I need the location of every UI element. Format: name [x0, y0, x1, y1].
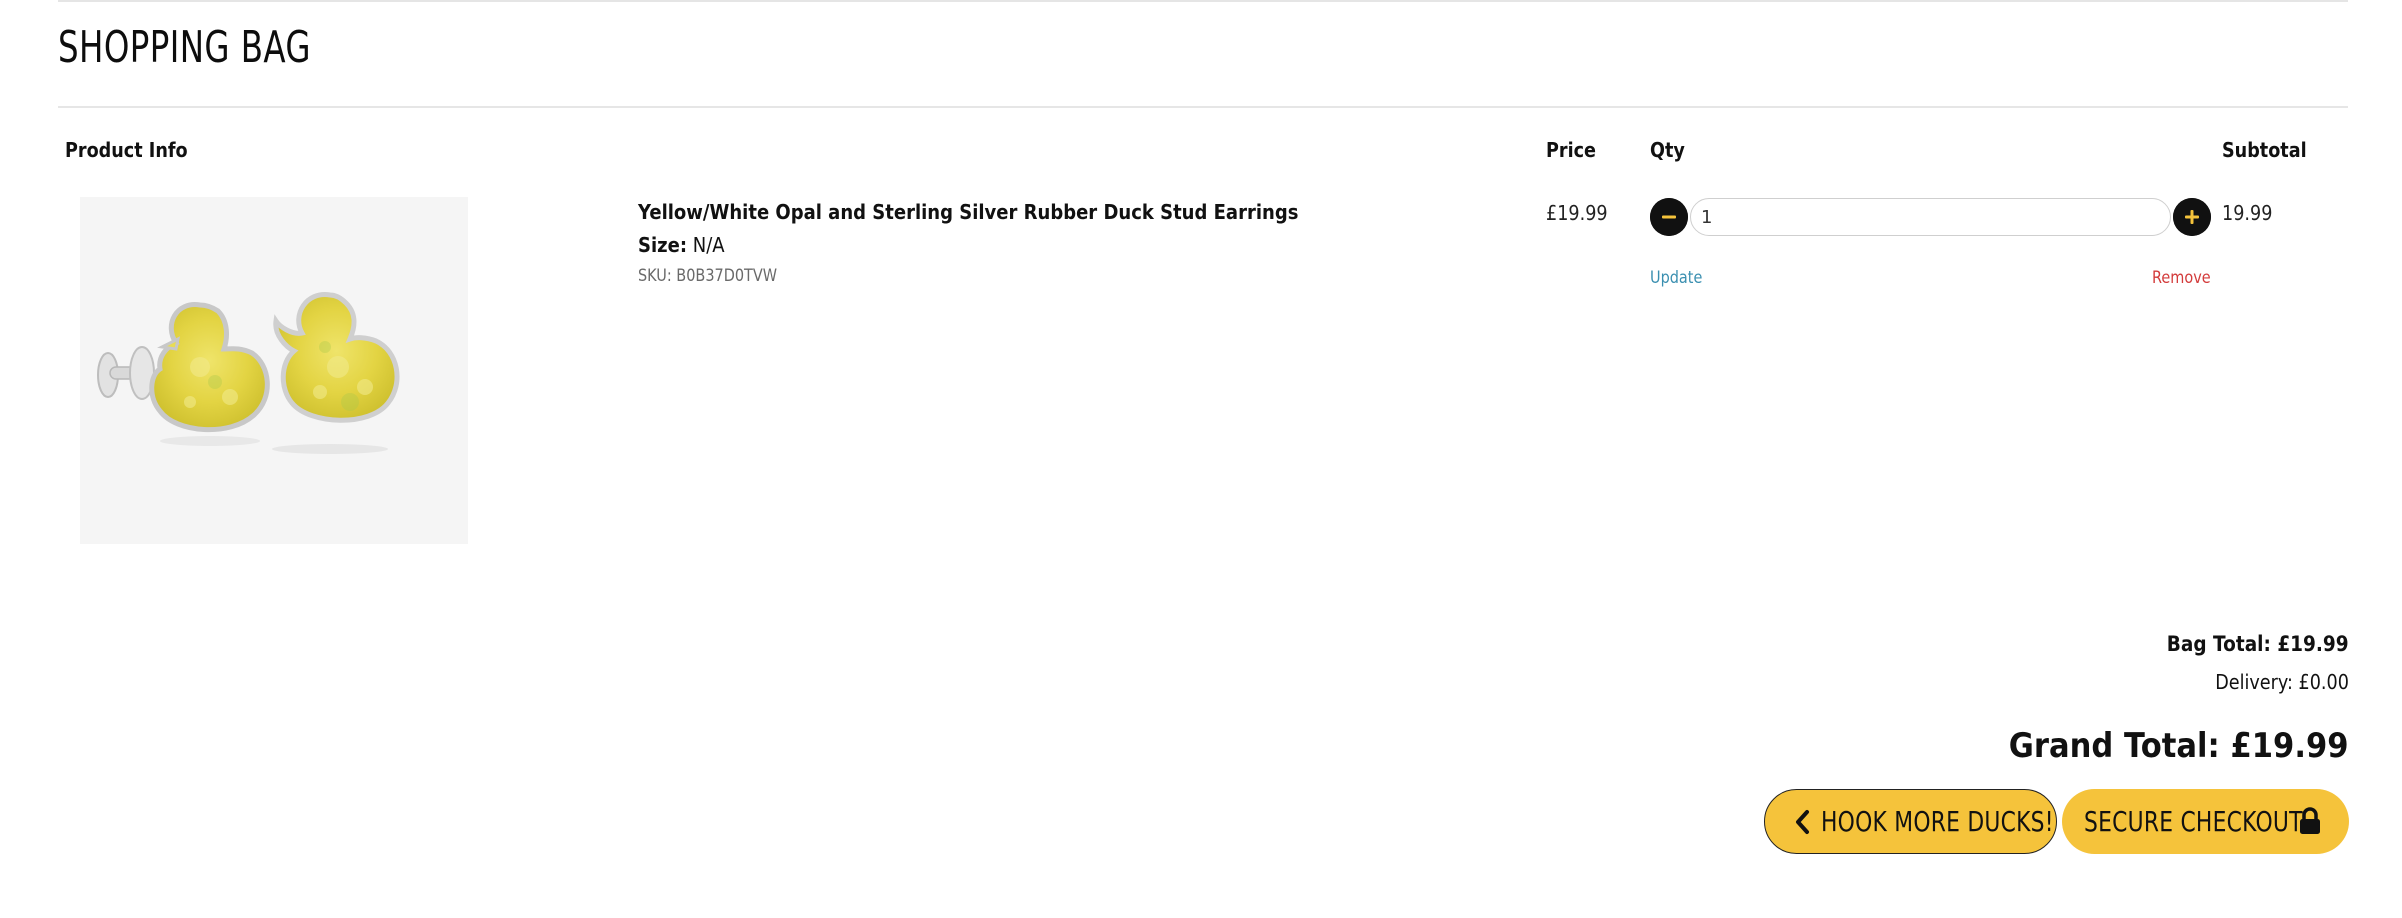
- lock-icon: [2300, 807, 2320, 834]
- secure-checkout-label: SECURE CHECKOUT: [2084, 805, 2303, 838]
- product-sku: SKU: B0B37D0TVW: [638, 266, 778, 286]
- header-price: Price: [1546, 138, 1596, 162]
- quantity-input[interactable]: [1690, 198, 2171, 236]
- continue-shopping-label: HOOK MORE DUCKS!: [1821, 805, 2054, 838]
- bag-total: Bag Total: £19.99: [2167, 632, 2349, 656]
- secure-checkout-button[interactable]: SECURE CHECKOUT: [2062, 789, 2349, 854]
- size-value: N/A: [692, 233, 725, 257]
- delivery-cost: Delivery: £0.00: [2215, 670, 2349, 694]
- minus-icon: [1650, 198, 1688, 236]
- update-link[interactable]: Update: [1650, 268, 1702, 288]
- chevron-left-icon: [1796, 809, 1809, 834]
- continue-shopping-button[interactable]: HOOK MORE DUCKS!: [1764, 789, 2057, 854]
- remove-link[interactable]: Remove: [2152, 268, 2211, 288]
- quantity-decrease-button[interactable]: [1650, 198, 1688, 236]
- plus-icon: [2173, 198, 2211, 236]
- header-qty: Qty: [1650, 138, 1685, 162]
- product-name[interactable]: Yellow/White Opal and Sterling Silver Ru…: [638, 200, 1298, 224]
- size-label: Size:: [638, 233, 688, 257]
- quantity-increase-button[interactable]: [2173, 198, 2211, 236]
- item-subtotal: 19.99: [2222, 201, 2273, 225]
- grand-total: Grand Total: £19.99: [2009, 726, 2349, 766]
- product-image[interactable]: [80, 197, 468, 544]
- product-size: Size: N/A: [638, 233, 725, 257]
- page-title: SHOPPING BAG: [58, 22, 311, 73]
- top-divider: [58, 0, 2348, 2]
- header-subtotal: Subtotal: [2222, 138, 2307, 162]
- title-divider: [58, 106, 2348, 108]
- item-price: £19.99: [1546, 201, 1608, 225]
- duck-earrings-image: [80, 197, 468, 544]
- header-product-info: Product Info: [65, 138, 188, 162]
